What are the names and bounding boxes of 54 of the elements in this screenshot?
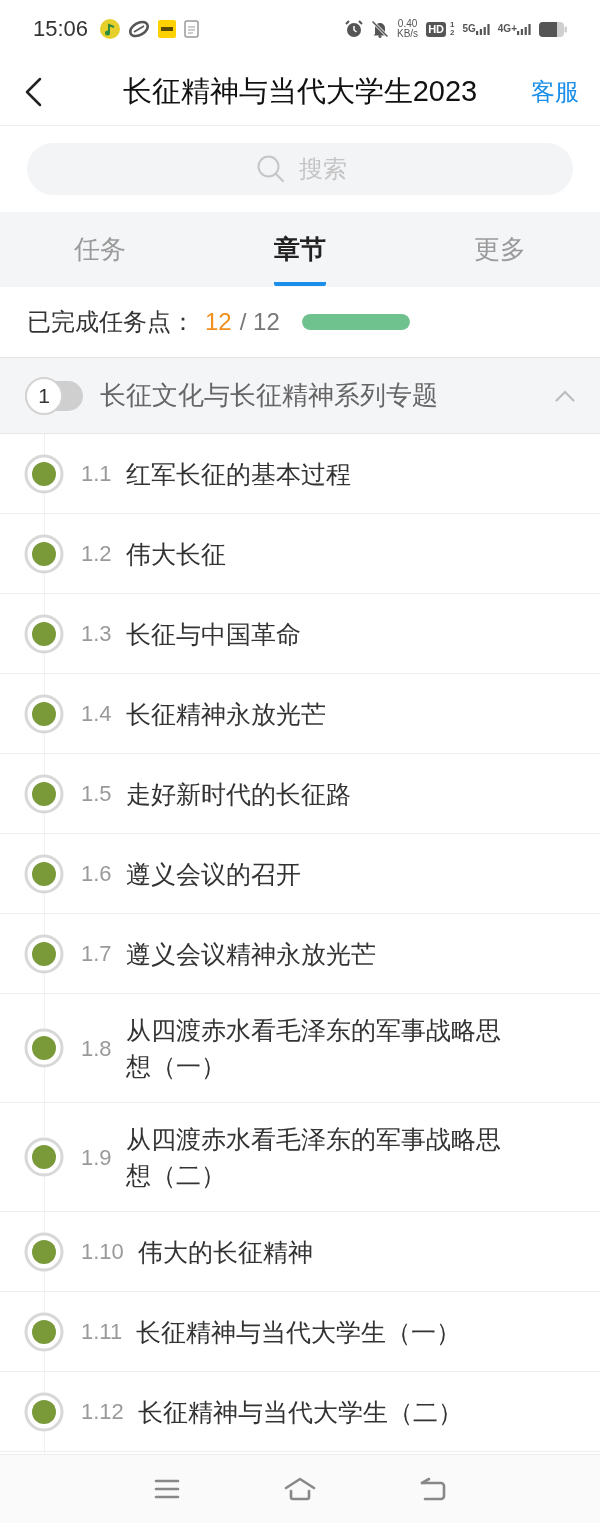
alarm-icon (345, 20, 363, 38)
section-title[interactable]: 长征精神与当代大学生（二） (137, 1393, 463, 1430)
section-title[interactable]: 长征与中国革命 (125, 615, 301, 652)
section-number: 1.3 (81, 620, 112, 648)
battery-icon (539, 21, 567, 37)
chapter-title: 长征文化与长征精神系列专题 (100, 379, 438, 412)
completed-count: 12 (205, 307, 232, 337)
section-title[interactable]: 走好新时代的长征路 (125, 775, 351, 812)
document-icon[interactable] (184, 20, 201, 38)
section-number: 1.7 (81, 940, 112, 968)
network-type: 5G (462, 23, 476, 34)
ring-icon[interactable] (128, 20, 151, 38)
section-title[interactable]: 从四渡赤水看毛泽东的军事战略思想（二） (125, 1121, 511, 1193)
back-icon[interactable] (24, 76, 42, 107)
network-speed-unit: KB/s (397, 29, 419, 39)
section-title[interactable]: 长征精神永放光芒 (125, 695, 326, 732)
total-count: / 12 (239, 307, 280, 337)
section-number: 1.11 (81, 1318, 123, 1346)
section-number: 1.9 (81, 1143, 112, 1172)
section-number: 1.2 (81, 540, 112, 568)
section-title[interactable]: 遵义会议精神永放光芒 (125, 935, 376, 972)
signal-icon (475, 23, 490, 35)
network-speed: 0.40 (397, 19, 418, 29)
section-title[interactable]: 遵义会议的召开 (125, 855, 301, 892)
sim-number: 2 (450, 29, 455, 37)
tab[interactable]: 章节 (274, 232, 326, 286)
section-number: 1.1 (81, 460, 112, 488)
section-title[interactable]: 伟大的长征精神 (137, 1233, 313, 1270)
sim-number: 1 (450, 21, 455, 29)
caret-up-icon[interactable] (555, 389, 575, 402)
menu-icon[interactable] (154, 1479, 180, 1499)
chapter-header[interactable]: 1 长征文化与长征精神系列专题 (0, 357, 600, 434)
section-number: 1.4 (81, 700, 112, 728)
music-app-icon[interactable] (100, 19, 121, 39)
hd-label: HD (426, 21, 446, 37)
section-number: 1.12 (81, 1398, 124, 1426)
bell-off-icon (371, 20, 389, 38)
section-number: 1.8 (81, 1034, 112, 1063)
clock-time: 15:06 (33, 18, 89, 40)
progress-label: 已完成任务点： (27, 307, 195, 337)
section-title[interactable]: 从四渡赤水看毛泽东的军事战略思想（一） (125, 1012, 511, 1084)
home-icon[interactable] (284, 1477, 316, 1501)
section-number: 1.10 (81, 1238, 124, 1266)
section-title[interactable]: 伟大长征 (125, 535, 226, 572)
page-title: 长征精神与当代大学生2023 (122, 73, 478, 109)
app-icon[interactable] (158, 20, 177, 38)
section-title[interactable]: 长征精神与当代大学生（一） (136, 1313, 462, 1350)
section-number: 1.6 (81, 860, 112, 888)
chapter-number: 1 (25, 376, 63, 415)
signal-icon (517, 23, 531, 35)
section-title[interactable]: 红军长征的基本过程 (125, 455, 351, 492)
section-number: 1.5 (81, 780, 112, 808)
network-type: 4G+ (497, 23, 517, 34)
search-icon (257, 155, 285, 183)
